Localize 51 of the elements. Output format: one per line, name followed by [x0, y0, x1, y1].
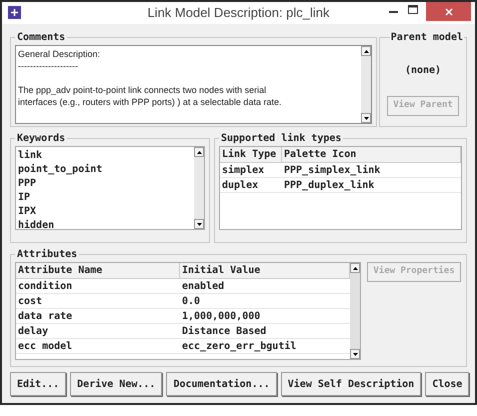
- dialog-button[interactable]: Close: [425, 372, 470, 396]
- app-icon: [8, 6, 21, 19]
- group-title: Keywords: [16, 132, 66, 146]
- down-arrow-icon[interactable]: [352, 352, 358, 356]
- down-arrow-icon[interactable]: [364, 116, 368, 120]
- keyword-item[interactable]: point_to_point: [18, 163, 194, 177]
- scrollbar[interactable]: [350, 263, 360, 359]
- table-cell-text: duplex: [221, 179, 260, 192]
- close-button[interactable]: [426, 2, 471, 21]
- comment-line: --------------------: [18, 60, 79, 72]
- table-cell-text: ecc_zero_err_bgutil: [181, 340, 298, 353]
- window-title: Link Model Description: plc_link: [147, 4, 330, 22]
- minimize-icon[interactable]: [389, 11, 398, 14]
- table-cell-text: delay: [17, 325, 50, 338]
- scrollbar[interactable]: [361, 46, 371, 123]
- dialog-button[interactable]: View Self Description: [280, 372, 422, 396]
- table-cell-text: data rate: [17, 310, 74, 323]
- table-cell-text: simplex: [221, 164, 266, 177]
- keyword-item[interactable]: PPP: [18, 177, 194, 191]
- keyword-item[interactable]: hidden: [18, 219, 194, 229]
- group-title: Comments: [16, 31, 66, 45]
- column-header[interactable]: Attribute Name: [16, 263, 180, 278]
- table-cell-text: cost: [17, 295, 44, 308]
- parent-model-value: (none): [404, 64, 442, 78]
- dialog-button[interactable]: Derive New...: [70, 372, 162, 396]
- scrollbar[interactable]: [194, 147, 204, 229]
- up-arrow-icon[interactable]: [364, 50, 368, 52]
- close-icon: [444, 8, 452, 16]
- table-cell-text: 0.0: [181, 295, 202, 308]
- dialog-button[interactable]: Edit...: [10, 372, 66, 396]
- keyword-item[interactable]: IPX: [18, 205, 194, 219]
- comment-line: General Description:: [18, 48, 102, 60]
- maximize-icon[interactable]: [408, 5, 418, 14]
- up-arrow-icon[interactable]: [352, 266, 358, 270]
- group-title: Attributes: [16, 248, 78, 262]
- table-cell-text: condition: [17, 280, 74, 293]
- dialog-button[interactable]: Documentation...: [166, 372, 277, 396]
- table-cell-text: PPP_duplex_link: [283, 178, 376, 192]
- table-cell-text: Distance Based: [181, 324, 268, 338]
- table-cell-text: enabled: [181, 280, 226, 293]
- down-arrow-icon[interactable]: [196, 222, 202, 226]
- keyword-item[interactable]: IP: [18, 191, 194, 205]
- column-header[interactable]: Palette Icon: [282, 147, 461, 162]
- group-title: Parent model: [390, 31, 464, 45]
- up-arrow-icon[interactable]: [196, 150, 202, 154]
- table-cell-text: 1,000,000,000: [181, 310, 262, 323]
- keyword-item[interactable]: link: [18, 149, 194, 163]
- column-header[interactable]: Link Type: [220, 147, 282, 162]
- table-cell-text: ecc model: [17, 340, 74, 353]
- group-title: Supported link types: [220, 132, 342, 146]
- table-cell-text: PPP_simplex_link: [283, 164, 382, 177]
